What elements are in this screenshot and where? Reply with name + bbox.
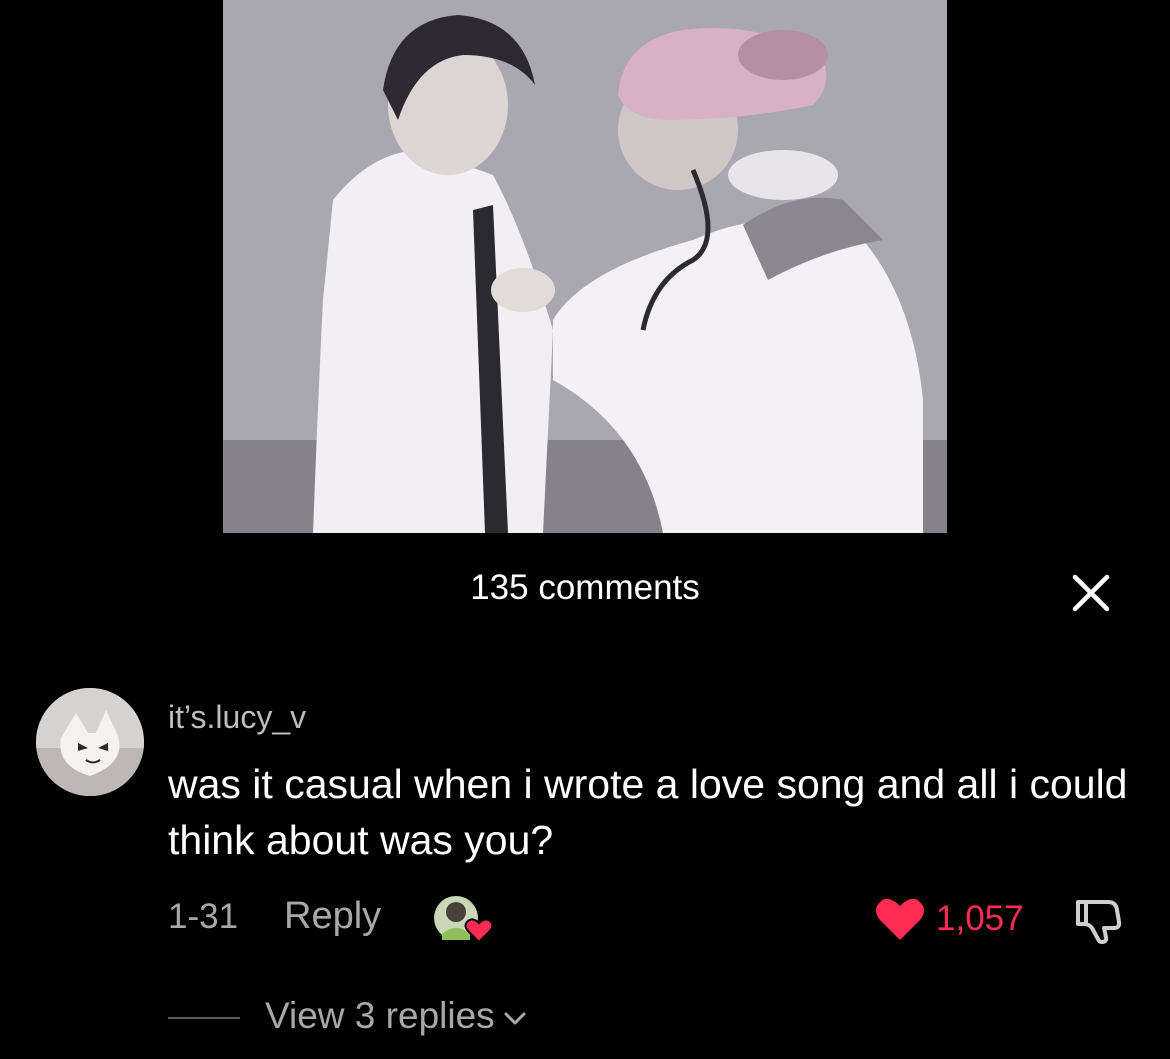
like-button[interactable]: 1,057 [874, 894, 1024, 944]
view-replies-button[interactable]: View 3 replies [265, 995, 527, 1037]
reply-button[interactable]: Reply [284, 895, 381, 938]
comments-count-title: 135 comments [470, 568, 700, 607]
chevron-down-icon [504, 1012, 526, 1025]
commenter-avatar[interactable] [36, 688, 144, 796]
comment-username[interactable]: it’s.lucy_v [168, 699, 306, 736]
comment-text: was it casual when i wrote a love song a… [168, 761, 1128, 863]
comment-date: 1-31 [168, 897, 239, 936]
like-count: 1,057 [936, 899, 1024, 938]
replies-divider [168, 1017, 240, 1019]
avatar-image [36, 688, 144, 796]
heart-icon [876, 898, 924, 940]
liked-by-creator-badge [432, 894, 494, 946]
close-icon [1072, 574, 1110, 612]
view-replies-label: View 3 replies [265, 995, 495, 1036]
creator-avatar-heart-icon [434, 896, 494, 944]
video-thumbnail[interactable] [223, 0, 947, 533]
dislike-button[interactable] [1072, 894, 1124, 946]
close-button[interactable] [1070, 572, 1112, 614]
thumbs-down-icon [1076, 900, 1122, 944]
video-scene [223, 0, 947, 533]
